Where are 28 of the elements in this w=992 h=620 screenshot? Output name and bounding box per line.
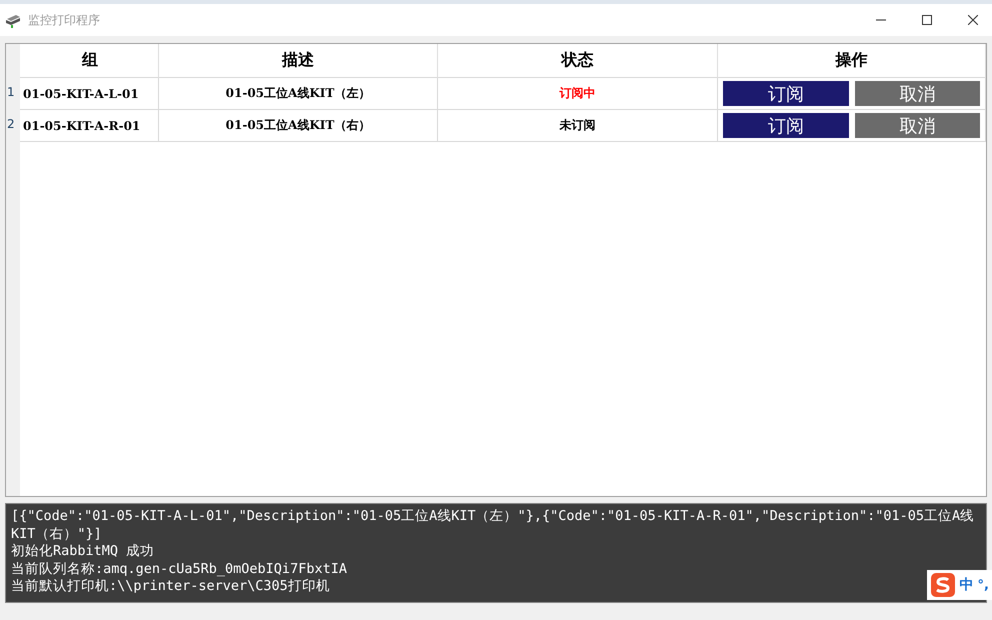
group-cell: 01-05-KIT-A-L-01 (23, 86, 139, 100)
subscribe-button[interactable]: 订阅 (723, 81, 848, 106)
ime-logo-icon (930, 572, 956, 598)
window-title: 监控打印程序 (28, 12, 100, 28)
column-header: 状态 (438, 44, 718, 78)
cancel-button[interactable]: 取消 (854, 113, 980, 138)
log-line: 当前默认打印机:\\printer-server\C305打印机 (11, 578, 330, 596)
description-cell: 01-05工位A线KIT（左） (158, 78, 438, 110)
status-cell: 未订阅 (438, 110, 718, 142)
log-line: [{"Code":"01-05-KIT-A-L-01","Description":"01-05工位A线KIT（左）"},{"Code":"01-05-KIT-A-R-01","Description":"01-05工位A线KIT（右）"}] (11, 508, 976, 543)
column-header: 操作 (718, 44, 986, 78)
row-number: 2 (7, 117, 15, 131)
ime-indicator[interactable]: 中 °, (926, 570, 992, 600)
subscribe-button[interactable]: 订阅 (723, 113, 848, 138)
status-cell: 订阅中 (438, 78, 718, 110)
log-line: 初始化RabbitMQ 成功 (11, 543, 154, 560)
ime-punctuation: °, (978, 578, 989, 592)
cancel-button[interactable]: 取消 (854, 81, 980, 106)
group-cell: 01-05-KIT-A-R-01 (23, 118, 140, 132)
log-line: 当前队列名称:amq.gen-cUa5Rb_0mOebIQi7FbxtIA (11, 560, 347, 578)
column-header: 组 (20, 44, 158, 78)
maximize-icon[interactable] (922, 15, 932, 25)
description-cell: 01-05工位A线KIT（右） (158, 110, 438, 142)
column-header: 描述 (158, 44, 438, 78)
row-number: 1 (7, 85, 15, 99)
close-icon[interactable] (968, 15, 978, 25)
ime-mode: 中 (960, 576, 974, 594)
printer-icon (4, 12, 22, 28)
